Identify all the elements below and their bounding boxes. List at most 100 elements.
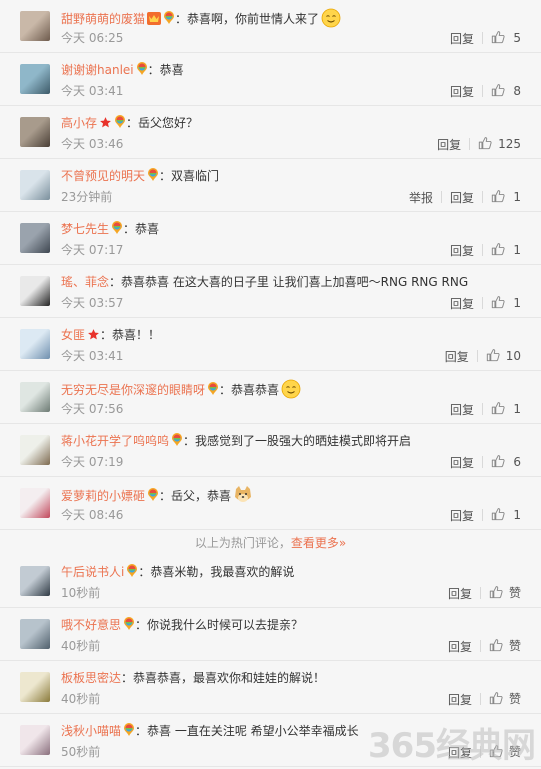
comment-item: 瑤、菲念：恭喜恭喜 在这大喜的日子里 让我们喜上加喜吧～RNG RNG RNG 今… [0, 265, 541, 318]
comment-actions: 回复 6 [450, 454, 521, 470]
like-button[interactable]: 1 [491, 189, 521, 206]
username-link[interactable]: 浅秋小喵喵 [61, 724, 121, 738]
username-link[interactable]: 哦不好意思 [61, 618, 121, 632]
username-link[interactable]: 无穷无尽是你深邃的眼睛呀 [61, 383, 205, 397]
avatar[interactable] [20, 435, 50, 465]
comment-text: ：岳父您好？ [126, 116, 199, 130]
username-link[interactable]: 不曾预见的明天 [61, 169, 145, 183]
reply-link[interactable]: 回复 [450, 507, 474, 524]
like-button[interactable]: 1 [491, 295, 521, 312]
avatar[interactable] [20, 329, 50, 359]
comment-body: 板板思密达：恭喜恭喜，最喜欢你和娃娃的解说！ [61, 669, 325, 687]
reply-link[interactable]: 回复 [450, 189, 474, 206]
comment-actions: 回复 赞 [448, 691, 521, 707]
comment-text: ：我感觉到了一股强大的晒娃模式即将开启 [183, 434, 412, 448]
reply-link[interactable]: 回复 [448, 585, 472, 602]
username-link[interactable]: 蒋小花开学了呜呜呜 [61, 434, 169, 448]
rainbow-badge-icon [123, 616, 135, 636]
action-divider [482, 32, 483, 44]
comment-time: 今天 08:46 [61, 508, 124, 522]
report-link[interactable]: 举报 [409, 189, 433, 206]
like-button[interactable]: 1 [491, 401, 521, 418]
action-divider [482, 244, 483, 256]
reply-link[interactable]: 回复 [445, 348, 469, 365]
action-divider [482, 85, 483, 97]
like-button[interactable]: 5 [491, 30, 521, 47]
smile-emoji-icon [281, 379, 301, 404]
avatar[interactable] [20, 223, 50, 253]
avatar[interactable] [20, 11, 50, 41]
avatar[interactable] [20, 64, 50, 94]
rainbow-badge-icon [171, 432, 183, 452]
divider-text: 以上为热门评论， [194, 536, 291, 550]
thumb-up-icon [489, 585, 503, 602]
rainbow-badge-icon [126, 563, 138, 583]
like-button[interactable]: 赞 [489, 584, 521, 602]
reply-link[interactable]: 回复 [437, 136, 461, 153]
username-link[interactable]: 甜野萌萌的废猫 [61, 12, 145, 26]
reply-link[interactable]: 回复 [450, 30, 474, 47]
thumb-up-icon [491, 189, 505, 206]
username-link[interactable]: 板板思密达 [61, 671, 121, 685]
username-link[interactable]: 女匪 [61, 328, 85, 342]
comment-item: 浅秋小喵喵 ：恭喜 一直在关注呢 希望小公举幸福成长 50秒前 回复 赞 [0, 714, 541, 767]
comment-time: 50秒前 [61, 745, 101, 759]
username-link[interactable]: 梦七先生 [61, 222, 109, 236]
reply-link[interactable]: 回复 [448, 691, 472, 708]
avatar[interactable] [20, 170, 50, 200]
reply-link[interactable]: 回复 [450, 454, 474, 471]
reply-link[interactable]: 回复 [450, 242, 474, 259]
reply-link[interactable]: 回复 [450, 83, 474, 100]
avatar[interactable] [20, 725, 50, 755]
avatar[interactable] [20, 566, 50, 596]
action-divider [479, 640, 481, 652]
comment-time: 今天 03:41 [61, 349, 124, 363]
avatar[interactable] [20, 276, 50, 306]
comment-actions: 回复 1 [450, 507, 521, 523]
like-count: 1 [513, 242, 521, 257]
action-divider [482, 456, 483, 468]
like-button[interactable]: 赞 [489, 690, 521, 708]
reply-link[interactable]: 回复 [448, 638, 472, 655]
reply-link[interactable]: 回复 [450, 401, 474, 418]
avatar[interactable] [20, 488, 50, 518]
username-link[interactable]: 瑤、菲念 [61, 275, 109, 289]
reply-link[interactable]: 回复 [450, 295, 474, 312]
view-more-link[interactable]: 查看更多» [291, 536, 346, 550]
comment-time: 今天 07:19 [61, 455, 124, 469]
like-button[interactable]: 赞 [489, 743, 521, 761]
thumb-up-icon [491, 507, 505, 524]
like-button[interactable]: 赞 [489, 637, 521, 655]
thumb-up-icon [491, 401, 505, 418]
like-button[interactable]: 1 [491, 242, 521, 259]
comment-text: ：恭喜恭喜 [219, 383, 280, 397]
avatar[interactable] [20, 619, 50, 649]
like-button[interactable]: 6 [491, 454, 521, 471]
username-link[interactable]: 爱萝莉的小嫖砸 [61, 489, 145, 503]
comment-body: 浅秋小喵喵 ：恭喜 一直在关注呢 希望小公举幸福成长 [61, 722, 359, 742]
comment-text: ：恭喜恭喜 在这大喜的日子里 让我们喜上加喜吧～RNG RNG RNG [109, 275, 469, 289]
action-divider [476, 350, 478, 362]
username-link[interactable]: 谢谢谢hanlei [61, 63, 134, 77]
like-count: 6 [513, 454, 521, 469]
username-link[interactable]: 高小存 [61, 116, 97, 130]
like-count: 赞 [508, 745, 521, 759]
comment-item: 爱萝莉的小嫖砸 ：岳父，恭喜 今天 08:46 回复 1 [0, 477, 541, 530]
avatar[interactable] [20, 117, 50, 147]
like-button[interactable]: 125 [478, 136, 521, 153]
action-divider [479, 746, 481, 758]
like-button[interactable]: 1 [491, 507, 521, 524]
comment-time: 今天 03:57 [61, 296, 124, 310]
comment-time: 10秒前 [61, 586, 101, 600]
comment-item: 哦不好意思 ：你说我什么时候可以去提亲？ 40秒前 回复 赞 [0, 608, 541, 661]
username-link[interactable]: 午后说书人i [61, 565, 124, 579]
comment-actions: 回复 8 [450, 83, 521, 99]
comment-time: 今天 06:25 [61, 31, 124, 45]
avatar[interactable] [20, 672, 50, 702]
like-button[interactable]: 8 [491, 83, 521, 100]
avatar[interactable] [20, 382, 50, 412]
like-button[interactable]: 10 [486, 348, 521, 365]
comment-time: 今天 07:17 [61, 243, 124, 257]
reply-link[interactable]: 回复 [448, 744, 472, 761]
comment-text: ：恭喜 一直在关注呢 希望小公举幸福成长 [135, 724, 359, 738]
